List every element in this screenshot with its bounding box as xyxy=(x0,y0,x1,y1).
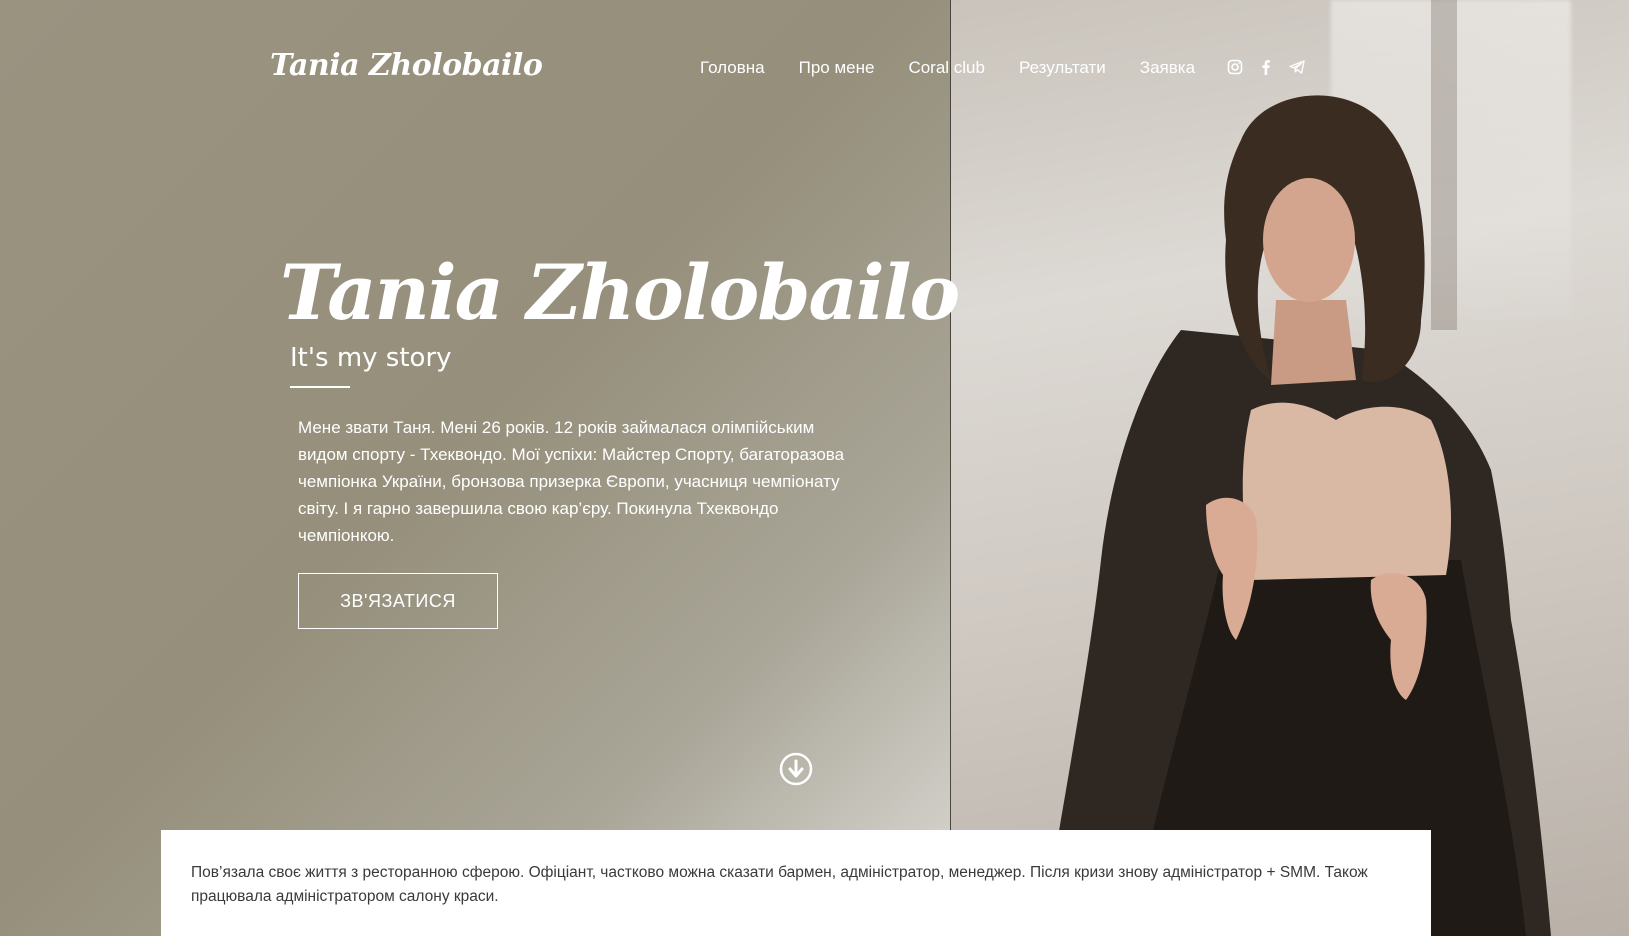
contact-button[interactable]: ЗВ'ЯЗАТИСЯ xyxy=(298,573,498,629)
facebook-icon[interactable] xyxy=(1258,59,1276,77)
main-nav: Головна Про мене Coral club Результати З… xyxy=(700,58,1320,78)
hero-section: Tania Zholobailo Головна Про мене Coral … xyxy=(0,0,1629,936)
social-links xyxy=(1227,59,1320,77)
info-text: Пов’язала своє життя з ресторанною сферо… xyxy=(191,864,1368,905)
arrow-down-circle-icon[interactable] xyxy=(779,752,813,786)
nav-item-about[interactable]: Про мене xyxy=(799,58,875,78)
hero-title: Tania Zholobailo xyxy=(280,248,960,337)
nav-item-coral-club[interactable]: Coral club xyxy=(908,58,985,78)
telegram-icon[interactable] xyxy=(1289,59,1307,77)
portrait-figure xyxy=(1041,95,1551,936)
title-underline xyxy=(290,386,350,388)
hero-subtitle: It's my story xyxy=(290,343,452,373)
nav-item-application[interactable]: Заявка xyxy=(1140,58,1195,78)
nav-item-home[interactable]: Головна xyxy=(700,58,765,78)
nav-item-results[interactable]: Результати xyxy=(1019,58,1106,78)
instagram-icon[interactable] xyxy=(1227,59,1245,77)
hero-photo xyxy=(950,0,1629,936)
hero-bio: Мене звати Таня. Мені 26 років. 12 років… xyxy=(298,418,845,545)
brand-logo[interactable]: Tania Zholobailo xyxy=(270,48,543,83)
info-card: Пов’язала своє життя з ресторанною сферо… xyxy=(161,830,1431,936)
